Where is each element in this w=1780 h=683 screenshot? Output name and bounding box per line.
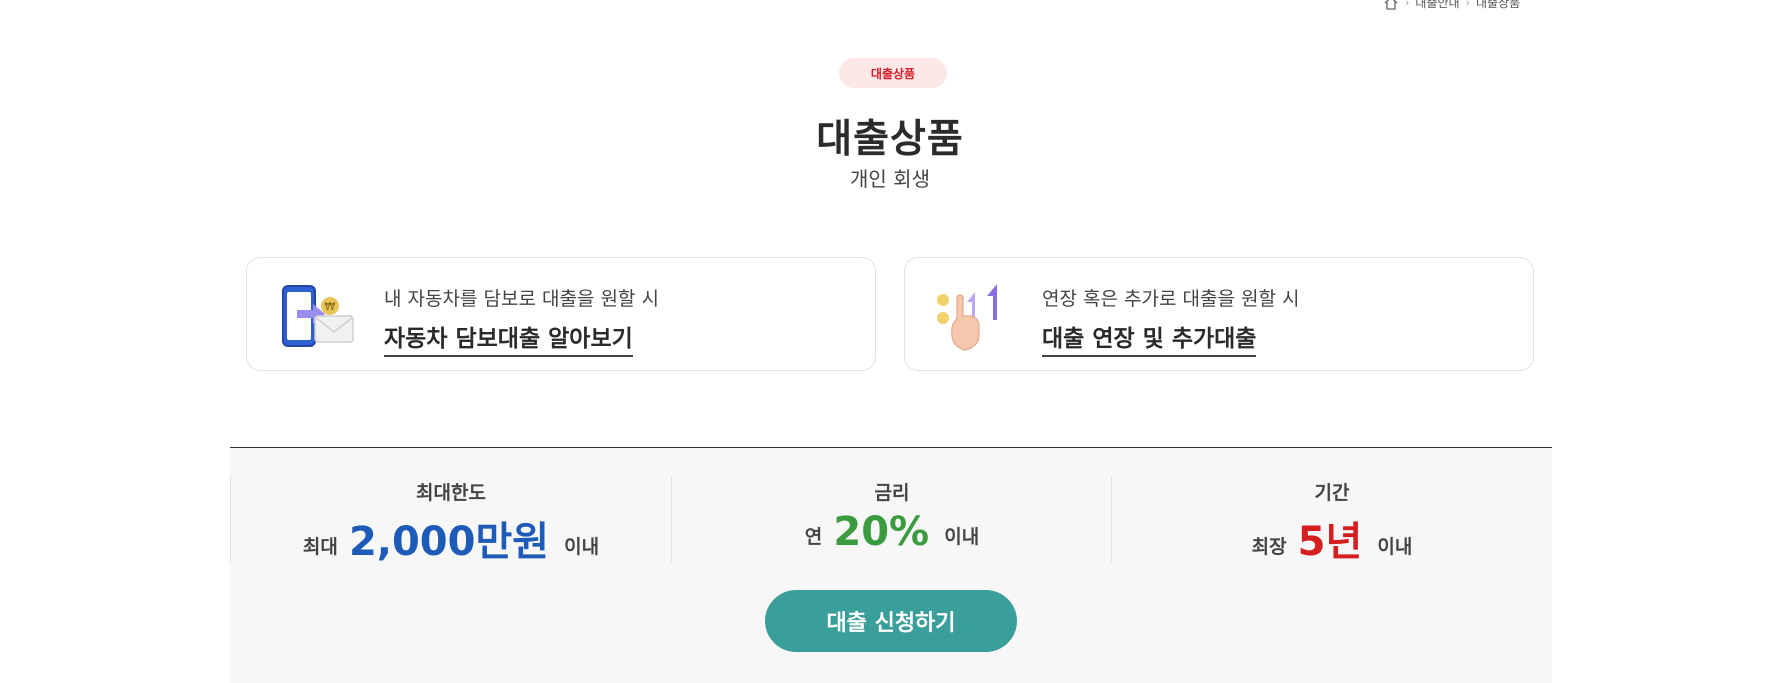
section-badge: 대출상품	[839, 58, 947, 88]
car-collateral-loan-card[interactable]: ₩ 내 자동차를 담보로 대출을 원할 시 자동차 담보대출 알아보기	[246, 257, 876, 371]
home-icon[interactable]	[1383, 0, 1399, 11]
breadcrumb-item-loan-guide[interactable]: 대출안내	[1415, 0, 1459, 11]
loan-extension-card[interactable]: 연장 혹은 추가로 대출을 원할 시 대출 연장 및 추가대출	[904, 257, 1534, 371]
loan-period-info: 기간 최장 5년 이내	[1111, 476, 1552, 565]
info-prefix: 최장	[1251, 536, 1287, 558]
car-collateral-loan-link[interactable]: 자동차 담보대출 알아보기	[384, 319, 633, 357]
info-prefix: 최대	[302, 536, 338, 558]
info-label: 기간	[1314, 482, 1350, 504]
card-description: 연장 혹은 추가로 대출을 원할 시	[1042, 288, 1300, 310]
interest-rate-info: 금리 연 20% 이내	[671, 476, 1112, 562]
breadcrumb: › 대출안내 › 대출상품	[1383, 0, 1520, 11]
chevron-right-icon: ›	[1465, 0, 1470, 9]
info-highlight: 5년	[1297, 519, 1363, 565]
page-title: 대출상품	[816, 117, 964, 162]
hand-arrow-up-icon	[935, 280, 1015, 352]
info-suffix: 이내	[564, 536, 600, 558]
info-value: 연 20% 이내	[672, 509, 1112, 555]
info-prefix: 연	[804, 526, 823, 548]
chevron-right-icon: ›	[1405, 0, 1410, 9]
breadcrumb-item-loan-products[interactable]: 대출상품	[1476, 0, 1520, 11]
phone-transfer-icon: ₩	[277, 280, 357, 352]
info-value: 최장 5년 이내	[1112, 509, 1552, 567]
info-suffix: 이내	[944, 526, 980, 548]
apply-loan-button[interactable]: 대출 신청하기	[765, 590, 1017, 652]
card-description: 내 자동차를 담보로 대출을 원할 시	[384, 288, 659, 310]
info-label: 금리	[874, 482, 910, 504]
info-label: 최대한도	[416, 482, 486, 504]
svg-text:₩: ₩	[325, 300, 336, 313]
page-subtitle: 개인 회생	[850, 167, 930, 191]
info-highlight: 2,000만원	[348, 519, 550, 565]
info-suffix: 이내	[1377, 536, 1413, 558]
max-limit-info: 최대한도 최대 2,000만원 이내	[230, 476, 671, 565]
info-highlight: 20%	[833, 509, 930, 555]
info-value: 최대 2,000만원 이내	[231, 509, 671, 567]
loan-info-panel: 최대한도 최대 2,000만원 이내 금리 연 20% 이내 기간 최장 5년 …	[230, 447, 1552, 683]
loan-extension-link[interactable]: 대출 연장 및 추가대출	[1042, 319, 1257, 357]
